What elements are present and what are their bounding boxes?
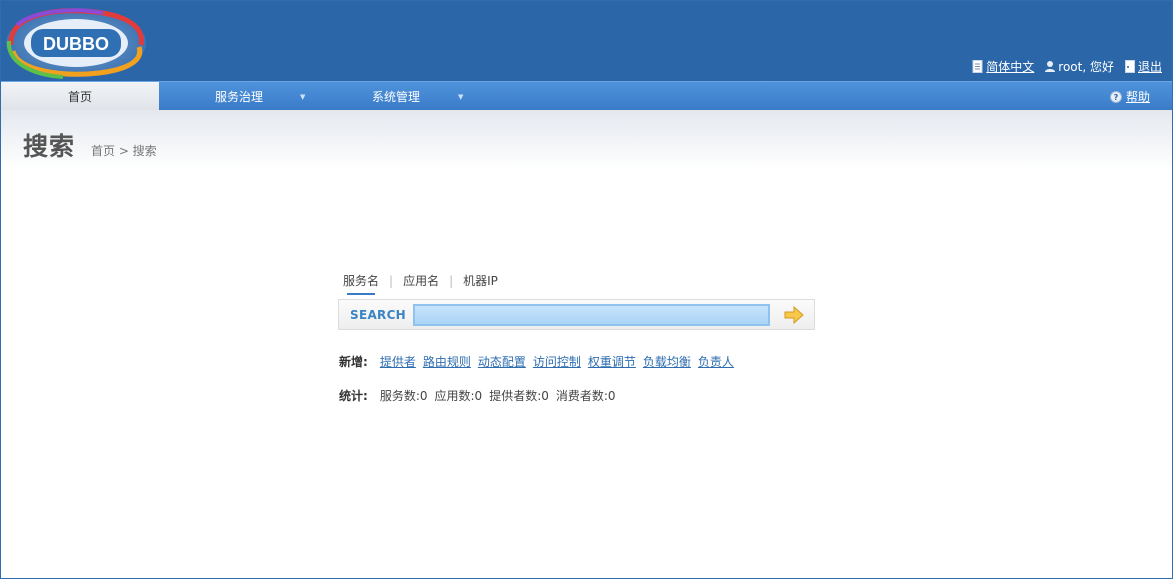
nav-item-service-governance[interactable]: 服务治理 ▼ <box>159 82 319 111</box>
stat-consumer-count: 消费者数:0 <box>555 389 616 403</box>
logout-label[interactable]: 退出 <box>1138 58 1162 75</box>
nav-item-home[interactable]: 首页 <box>1 82 159 111</box>
add-route-rule-link[interactable]: 路由规则 <box>423 353 471 370</box>
chevron-down-icon: ▼ <box>458 93 464 101</box>
help-label[interactable]: 帮助 <box>1126 88 1150 105</box>
search-label: SEARCH <box>350 308 407 322</box>
stats-row: 统计: 服务数:0 应用数:0 提供者数:0 消费者数:0 <box>339 387 616 404</box>
main-nav: 首页 服务治理 ▼ 系统管理 ▼ ? 帮助 <box>1 81 1172 111</box>
nav-item-system-management[interactable]: 系统管理 ▼ <box>319 82 473 111</box>
add-links-row: 新增: 提供者 路由规则 动态配置 访问控制 权重调节 负载均衡 负责人 <box>339 353 734 370</box>
tab-separator: | <box>389 273 394 288</box>
logo-text: DUBBO <box>43 34 109 54</box>
add-owner-link[interactable]: 负责人 <box>698 353 734 370</box>
user-greeting: root, 您好 <box>1044 58 1114 75</box>
svg-text:?: ? <box>1114 93 1119 102</box>
add-label: 新增: <box>339 355 368 369</box>
door-exit-icon <box>1124 59 1135 73</box>
nav-item-service-governance-label: 服务治理 <box>214 90 263 104</box>
add-weight-adjust-link[interactable]: 权重调节 <box>588 353 636 370</box>
stats-label: 统计: <box>339 389 368 403</box>
language-link[interactable]: 简体中文 <box>972 58 1034 75</box>
search-input[interactable] <box>413 304 770 326</box>
add-dynamic-config-link[interactable]: 动态配置 <box>478 353 526 370</box>
tab-machine-ip[interactable]: 机器IP <box>463 272 498 289</box>
top-links: 简体中文 root, 您好 退出 <box>972 57 1162 75</box>
user-greeting-label: root, 您好 <box>1058 59 1114 74</box>
tab-separator: | <box>449 273 454 288</box>
stat-provider-count: 提供者数:0 <box>489 389 549 403</box>
help-link[interactable]: ? 帮助 <box>1109 82 1150 111</box>
page-header: 搜索 首页 > 搜索 <box>1 110 1172 170</box>
search-type-tabs: 服务名 | 应用名 | 机器IP <box>343 272 498 295</box>
page-title: 搜索 <box>23 132 76 161</box>
language-label[interactable]: 简体中文 <box>986 58 1034 75</box>
nav-item-home-label: 首页 <box>67 90 92 104</box>
add-access-control-link[interactable]: 访问控制 <box>533 353 581 370</box>
dubbo-logo[interactable]: DUBBO <box>3 5 149 79</box>
nav-item-system-management-label: 系统管理 <box>371 90 420 104</box>
add-load-balance-link[interactable]: 负载均衡 <box>643 353 691 370</box>
user-icon <box>1045 60 1056 72</box>
document-icon <box>972 59 983 73</box>
header: DUBBO 简体中文 root, 您好 退出 <box>1 1 1172 81</box>
chevron-down-icon: ▼ <box>300 93 306 101</box>
help-circle-icon: ? <box>1109 90 1122 103</box>
search-box: SEARCH <box>338 299 815 330</box>
logout-link[interactable]: 退出 <box>1124 58 1162 75</box>
tab-service-name[interactable]: 服务名 <box>343 272 379 295</box>
breadcrumb: 首页 > 搜索 <box>91 144 157 158</box>
stat-application-count: 应用数:0 <box>434 389 483 403</box>
tab-application-name[interactable]: 应用名 <box>403 272 439 289</box>
app-frame: DUBBO 简体中文 root, 您好 退出 首页 服务治理 ▼ 系统管理 ▼ … <box>0 0 1173 579</box>
arrow-right-icon[interactable] <box>783 305 805 325</box>
stat-service-count: 服务数:0 <box>379 389 428 403</box>
add-provider-link[interactable]: 提供者 <box>380 353 416 370</box>
